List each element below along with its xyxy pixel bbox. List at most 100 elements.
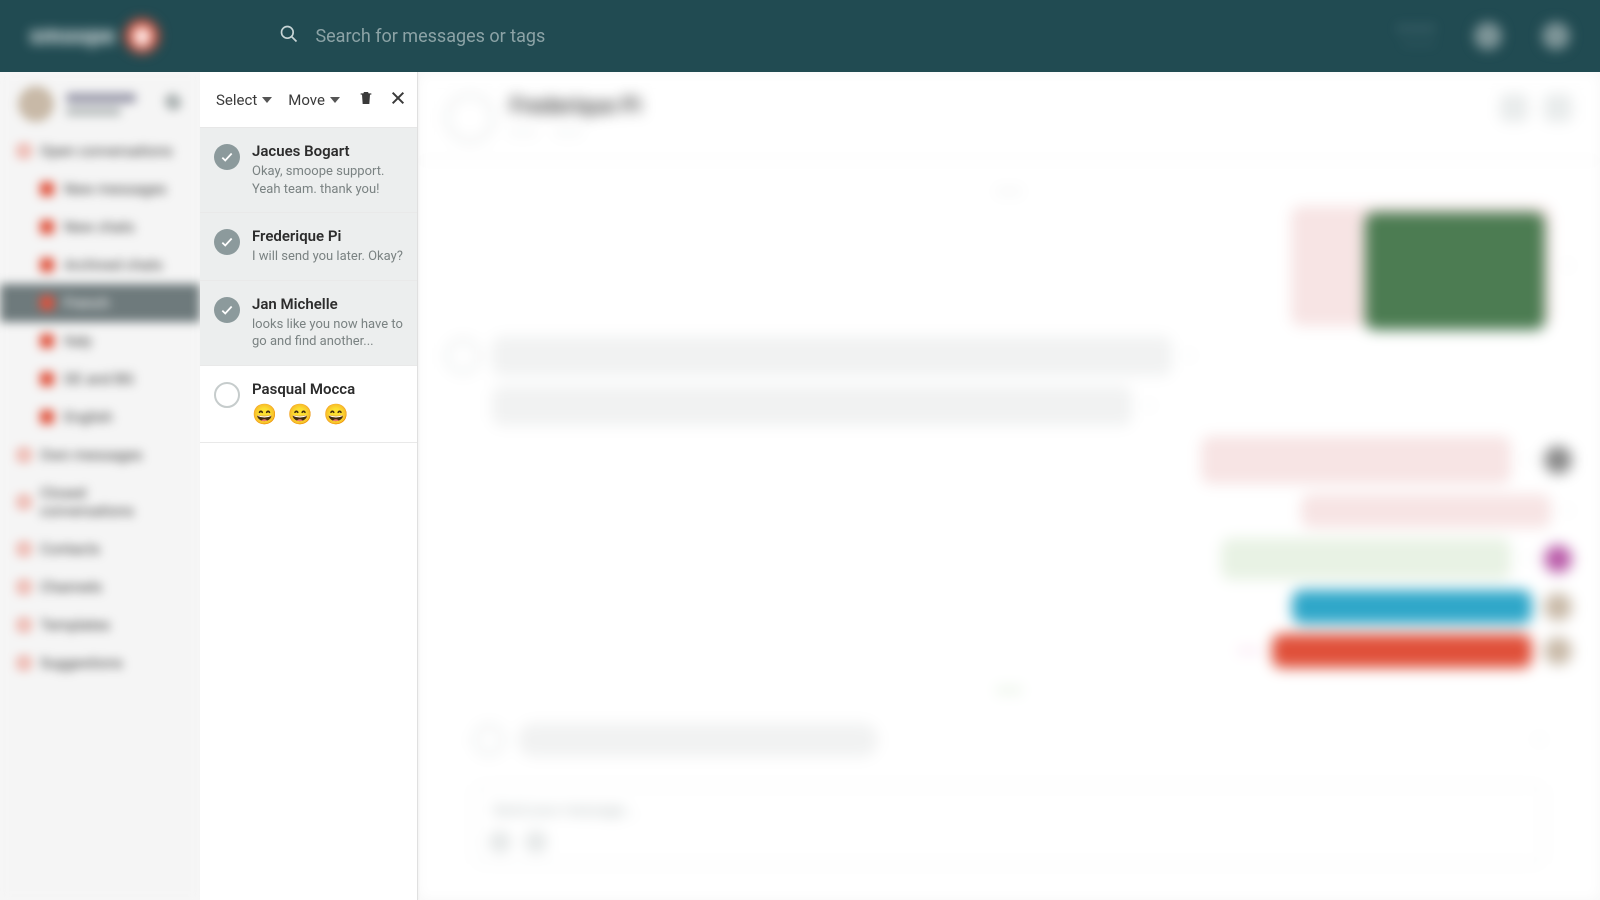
folder-icon	[40, 182, 54, 196]
avatar	[446, 339, 480, 373]
chevron-down-icon	[262, 95, 272, 105]
sidebar-item-label: Italy	[64, 332, 92, 350]
sidebar-item-label: Contacts	[40, 540, 100, 558]
notifications-icon[interactable]	[1474, 22, 1502, 50]
conversation-name: Pasqual Mocca	[252, 380, 403, 398]
sidebar-item-label: New chats	[64, 218, 135, 236]
avatar	[18, 86, 54, 122]
menu-icon[interactable]	[1542, 22, 1570, 50]
sidebar-item-label: Archived chats	[64, 256, 163, 274]
avatar	[1544, 637, 1572, 665]
conversation-list-panel: Select Move Jacues BogartOkay, smoope su…	[200, 72, 418, 900]
sidebar-item[interactable]: Contacts	[0, 530, 200, 568]
select-checkbox[interactable]	[214, 144, 240, 170]
conversation-preview: 😄 😄 😄	[252, 401, 403, 428]
header-right: — — — — — —	[1398, 22, 1570, 50]
header-status-pill[interactable]: — — — — — —	[1398, 22, 1434, 50]
close-button[interactable]	[384, 84, 412, 116]
sidebar-item[interactable]: New chats	[0, 208, 200, 246]
message-stream: — — — — — — — —	[418, 161, 1600, 884]
folder-icon	[40, 296, 54, 310]
conversation-preview: Okay, smoope support. Yeah team. thank y…	[252, 163, 403, 198]
folder-icon	[40, 372, 54, 386]
conversation-preview: looks like you now have to go and find a…	[252, 316, 403, 351]
folder-icon	[18, 543, 30, 555]
conversation-item[interactable]: Frederique PiI will send you later. Okay…	[200, 213, 417, 281]
sidebar-item[interactable]: Open conversations	[0, 132, 200, 170]
sidebar-item[interactable]: DE and BG	[0, 360, 200, 398]
sidebar-item-label: Channels	[40, 578, 102, 596]
profile-name	[66, 93, 152, 116]
compose-box[interactable]: Send your message...	[474, 785, 1544, 864]
sidebar-item-label: Closed conversations	[40, 484, 182, 520]
gear-icon[interactable]	[164, 93, 182, 115]
sidebar-item[interactable]: Own messages	[0, 436, 200, 474]
brand-word: smoope	[30, 24, 115, 49]
timestamp: —	[1523, 552, 1532, 566]
chat-avatar	[446, 94, 494, 142]
conversation-item[interactable]: Jacues BogartOkay, smoope support. Yeah …	[200, 128, 417, 213]
chat-action-icon[interactable]	[1544, 94, 1572, 122]
sidebar-item[interactable]: Archived chats	[0, 246, 200, 284]
compose-placeholder: Send your message...	[493, 801, 636, 819]
message-bubble	[492, 336, 1172, 376]
timestamp: —	[1563, 259, 1572, 273]
selection-toolbar: Select Move	[200, 72, 417, 128]
folder-icon	[40, 410, 54, 424]
conversation-name: Jan Michelle	[252, 295, 403, 313]
folder-icon	[40, 334, 54, 348]
sidebar-item[interactable]: Channels	[0, 568, 200, 606]
folder-icon	[18, 449, 30, 461]
sidebar-item-label: English	[64, 408, 113, 426]
sidebar-item-label: Open conversations	[40, 142, 173, 160]
attach-icon[interactable]	[525, 831, 547, 853]
delete-button[interactable]	[352, 83, 380, 117]
chat-pane: Frederique Pi — —— — — — — — — —	[418, 72, 1600, 900]
sidebar-item[interactable]: Italy	[0, 322, 200, 360]
sidebar-item[interactable]: New messages	[0, 170, 200, 208]
avatar	[1544, 446, 1572, 474]
move-label: Move	[288, 91, 325, 109]
sidebar-item-label: Suggestions	[40, 654, 123, 672]
emoji-icon[interactable]	[489, 831, 511, 853]
conversation-item[interactable]: Pasqual Mocca 😄 😄 😄	[200, 366, 417, 443]
app-header: smoope — — — — — —	[0, 0, 1600, 72]
sidebar-profile[interactable]	[0, 72, 200, 132]
conversation-item[interactable]: Jan Michelle looks like you now have to g…	[200, 281, 417, 366]
message-bubble	[1301, 494, 1551, 528]
select-dropdown[interactable]: Select	[212, 85, 276, 115]
message-bubble	[1221, 538, 1511, 580]
select-checkbox[interactable]	[214, 229, 240, 255]
sidebar-item[interactable]: French	[0, 284, 200, 322]
message-bubble	[1201, 436, 1511, 484]
message-bubble	[1272, 634, 1532, 668]
folder-icon	[18, 145, 30, 157]
global-search[interactable]	[279, 24, 675, 48]
message-bubble	[492, 386, 1132, 426]
chat-action-icon[interactable]	[1500, 94, 1528, 122]
sidebar-item[interactable]: Templates	[0, 606, 200, 644]
chevron-down-icon	[330, 95, 340, 105]
brand-badge-icon	[125, 19, 159, 53]
folder-icon	[18, 581, 30, 593]
search-icon	[279, 24, 299, 48]
avatar	[1544, 545, 1572, 573]
timestamp: —	[1144, 399, 1153, 413]
search-input[interactable]	[315, 26, 675, 47]
message-bubble	[1292, 590, 1532, 624]
sidebar: Open conversations New messages New chats A…	[0, 72, 200, 900]
select-checkbox[interactable]	[214, 382, 240, 408]
sidebar-item-label: DE and BG	[64, 370, 134, 388]
error-label: — —	[1238, 644, 1260, 658]
sidebar-item-label: Templates	[40, 616, 110, 634]
select-checkbox[interactable]	[214, 297, 240, 323]
move-dropdown[interactable]: Move	[284, 85, 344, 115]
chat-header: Frederique Pi — —— —	[418, 72, 1600, 161]
folder-icon	[40, 258, 54, 272]
sidebar-item[interactable]: Suggestions	[0, 644, 200, 682]
sidebar-item[interactable]: English	[0, 398, 200, 436]
sidebar-item[interactable]: Closed conversations	[0, 474, 200, 530]
avatar	[1544, 593, 1572, 621]
folder-icon	[18, 657, 30, 669]
timestamp: —	[1563, 504, 1572, 518]
